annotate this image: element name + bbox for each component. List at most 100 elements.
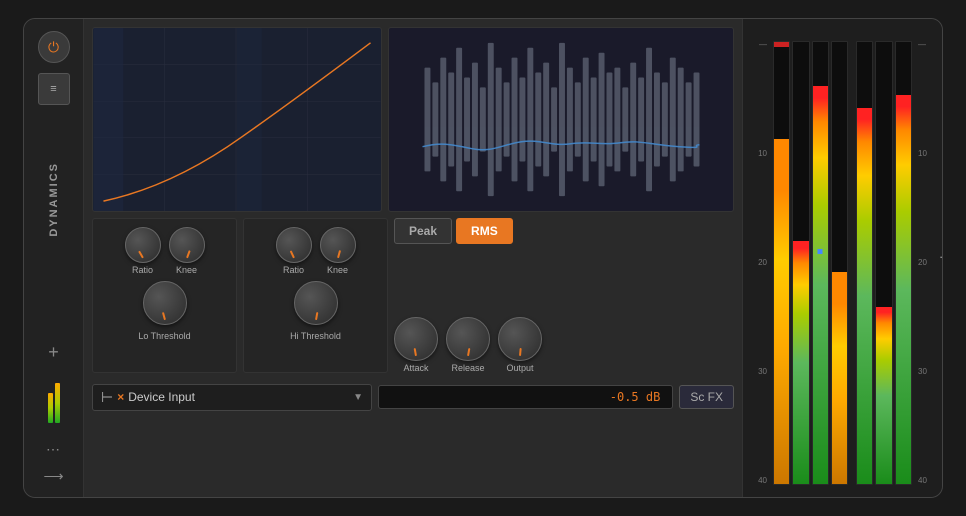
power-button[interactable]: ⏻ xyxy=(38,31,70,63)
add-right-button[interactable]: + xyxy=(939,248,943,269)
device-input-area[interactable]: ⊢ × Device Input ▼ xyxy=(92,384,372,411)
waveform-display xyxy=(388,27,734,212)
bottom-row: ⊢ × Device Input ▼ -0.5 dB Sc FX xyxy=(92,379,734,415)
lo-section: Ratio Knee Lo Threshold xyxy=(92,218,237,373)
dots-button[interactable]: ⋯ xyxy=(46,441,61,458)
output-knob[interactable] xyxy=(498,317,542,361)
meter-1-clip xyxy=(774,42,789,47)
right-meter-scale: — 10 20 30 40 xyxy=(916,27,938,489)
meter-2 xyxy=(792,41,809,485)
lo-knee-indicator xyxy=(186,250,191,258)
attack-label: Attack xyxy=(403,363,428,373)
release-col: Release xyxy=(446,317,490,373)
attack-knob[interactable] xyxy=(394,317,438,361)
mini-meter-bar-1 xyxy=(48,393,53,423)
scale-40-left: 40 xyxy=(747,477,767,485)
device-x-icon: × xyxy=(117,390,124,404)
scale-10-left: 10 xyxy=(747,150,767,158)
output-indicator xyxy=(519,348,522,356)
meter-3-blue-dot xyxy=(818,249,823,254)
meter-1 xyxy=(773,41,790,485)
main-content: Ratio Knee Lo Threshold xyxy=(84,19,742,497)
lo-ratio-indicator xyxy=(138,251,144,259)
curve-display xyxy=(92,27,382,212)
meter-1-bar xyxy=(774,139,789,484)
scale-30-left: 30 xyxy=(747,368,767,376)
plugin-name-label: DYNAMICS xyxy=(48,162,60,237)
hi-section: Ratio Knee Hi Threshold xyxy=(243,218,388,373)
release-indicator xyxy=(467,348,470,356)
hi-ratio-indicator xyxy=(289,250,294,258)
left-meter-scale: — 10 20 30 40 xyxy=(747,27,769,489)
lo-ratio-knob[interactable] xyxy=(125,227,161,263)
meter-3 xyxy=(812,41,829,485)
scale-top-right: — xyxy=(918,41,938,49)
lo-knee-col: Knee xyxy=(169,227,205,275)
attack-indicator xyxy=(414,348,417,356)
left-sidebar: ⏻ ≡ DYNAMICS + ⋯ ⟶ xyxy=(24,19,84,497)
scale-10-right: 10 xyxy=(918,150,938,158)
meter-4-bar xyxy=(832,272,847,484)
scale-20-right: 20 xyxy=(918,259,938,267)
mini-meters-left xyxy=(48,373,60,423)
scale-30-right: 30 xyxy=(918,368,938,376)
meter-gap xyxy=(850,41,854,485)
hi-ratio-col: Ratio xyxy=(276,227,312,275)
hi-threshold-indicator xyxy=(315,312,318,320)
meter-2-bar xyxy=(793,241,808,484)
route-button[interactable]: ⟶ xyxy=(43,468,63,485)
lo-knee-knob[interactable] xyxy=(169,227,205,263)
hi-ratio-knob[interactable] xyxy=(276,227,312,263)
plugin-container: ⏻ ≡ DYNAMICS + ⋯ ⟶ xyxy=(23,18,943,498)
meter-7-bar xyxy=(896,95,911,484)
folder-button[interactable]: ≡ xyxy=(38,73,70,105)
meter-6-bar xyxy=(876,307,891,484)
right-panel: — 10 20 30 40 xyxy=(742,19,942,497)
release-knob[interactable] xyxy=(446,317,490,361)
scale-40-right: 40 xyxy=(918,477,938,485)
hi-knee-indicator xyxy=(337,250,341,258)
meter-4 xyxy=(831,41,848,485)
meter-5-bar xyxy=(857,108,872,484)
hi-threshold-knob-row xyxy=(294,281,338,325)
lo-knob-row: Ratio Knee xyxy=(125,227,205,275)
meter-5 xyxy=(856,41,873,485)
peak-rms-row: Peak RMS xyxy=(394,218,734,244)
folder-icon: ≡ xyxy=(50,83,56,95)
lo-threshold-indicator xyxy=(161,312,165,320)
hi-knob-row: Ratio Knee xyxy=(276,227,356,275)
power-icon: ⏻ xyxy=(48,39,59,56)
hi-threshold-label: Hi Threshold xyxy=(290,331,341,341)
scale-20-left: 20 xyxy=(747,259,767,267)
sc-fx-button[interactable]: Sc FX xyxy=(679,385,734,409)
hi-knee-label: Knee xyxy=(327,265,348,275)
output-col: Output xyxy=(498,317,542,373)
hi-knee-knob[interactable] xyxy=(320,227,356,263)
lo-threshold-knob[interactable] xyxy=(143,281,187,325)
lo-threshold-label: Lo Threshold xyxy=(138,331,190,341)
scale-top-left: — xyxy=(747,41,767,49)
hi-knee-col: Knee xyxy=(320,227,356,275)
output-label: Output xyxy=(506,363,533,373)
route-icon: ⟶ xyxy=(43,468,63,484)
lo-ratio-label: Ratio xyxy=(132,265,153,275)
right-controls: Peak RMS Attack Release xyxy=(394,218,734,373)
attack-col: Attack xyxy=(394,317,438,373)
device-name-label: Device Input xyxy=(128,390,349,404)
lo-knee-label: Knee xyxy=(176,265,197,275)
db-display: -0.5 dB xyxy=(378,385,673,409)
add-left-button[interactable]: + xyxy=(48,342,59,363)
release-label: Release xyxy=(451,363,484,373)
hi-ratio-label: Ratio xyxy=(283,265,304,275)
meter-3-bar xyxy=(813,86,828,484)
meter-6 xyxy=(875,41,892,485)
hi-threshold-knob[interactable] xyxy=(294,281,338,325)
meter-7 xyxy=(895,41,912,485)
rms-button[interactable]: RMS xyxy=(456,218,513,244)
controls-row: Ratio Knee Lo Threshold xyxy=(92,218,734,373)
lo-ratio-col: Ratio xyxy=(125,227,161,275)
device-arrow-icon: ▼ xyxy=(353,392,363,403)
top-row xyxy=(92,27,734,212)
device-icon: ⊢ xyxy=(101,389,113,406)
peak-button[interactable]: Peak xyxy=(394,218,452,244)
